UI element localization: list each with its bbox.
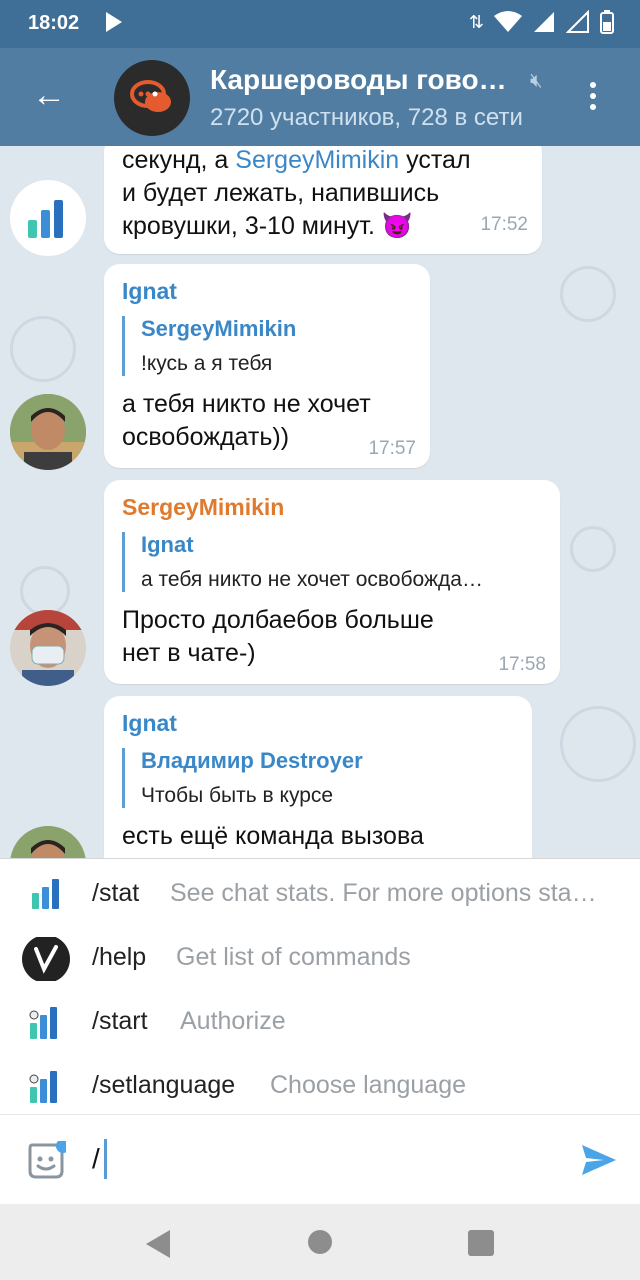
background-doodle (10, 316, 76, 382)
message-text-line: освобождать)) (122, 423, 290, 451)
send-icon[interactable] (580, 1143, 618, 1177)
mention-link[interactable]: SergeyMimikin (235, 146, 399, 174)
message-text: а тебя никто не хочет освобождать)) (122, 388, 371, 454)
message-time: 17:57 (368, 438, 416, 459)
command-description: Authorize (180, 1007, 286, 1035)
reply-text: !кусь а я тебя (141, 352, 273, 375)
signal-icon-2 (566, 10, 589, 33)
message-text: Просто долбаебов больше нет в чате-) (122, 604, 434, 670)
command-name: /help (92, 943, 147, 971)
background-doodle (560, 266, 616, 322)
wifi-icon (494, 11, 522, 32)
background-doodle (570, 526, 616, 572)
status-time: 18:02 (28, 12, 80, 34)
sender-name[interactable]: Ignat (122, 278, 177, 305)
message-time: 17:58 (498, 654, 546, 675)
message-text-line: а тебя никто не хочет (122, 390, 371, 418)
nav-recents-icon[interactable] (468, 1230, 494, 1256)
command-name: /start (92, 1007, 148, 1035)
back-arrow-icon[interactable]: ← (32, 78, 66, 112)
background-doodle (20, 566, 70, 616)
message-bubble[interactable]: секунд, а SergeyMimikin устал и будет ле… (104, 146, 542, 254)
message-bubble[interactable]: Ignat Владимир Destroyer Чтобы быть в ку… (104, 696, 532, 858)
message-list[interactable]: секунд, а SergeyMimikin устал и будет ле… (0, 146, 640, 858)
stats-bot-icon (28, 200, 63, 238)
sender-name[interactable]: Ignat (122, 710, 177, 737)
play-icon (106, 12, 122, 32)
reply-quote[interactable]: Ignat а тебя никто не хочет освобожда… (122, 532, 483, 592)
data-arrows-icon: ⇅ (468, 11, 484, 32)
reply-quote[interactable]: Владимир Destroyer Чтобы быть в курсе (122, 748, 363, 808)
command-name: /stat (92, 879, 140, 907)
message-input[interactable]: / (92, 1143, 100, 1175)
nav-back-icon[interactable] (146, 1230, 170, 1258)
status-icons: ⇅ (469, 10, 614, 34)
v-bot-icon (22, 937, 70, 981)
sticker-icon[interactable] (26, 1141, 66, 1181)
command-description: Choose language (270, 1071, 466, 1099)
message-text: есть ещё команда вызова (122, 820, 424, 853)
more-menu-icon[interactable] (590, 82, 598, 115)
chat-members-count: 2720 участников, 728 в сети (210, 104, 523, 131)
message-text-line: нет в чате-) (122, 639, 256, 667)
command-item-start[interactable]: /start Authorize (0, 989, 640, 1053)
avatar[interactable] (10, 180, 86, 256)
nav-home-icon[interactable] (308, 1230, 332, 1254)
status-bar: 18:02 ⇅ (0, 0, 640, 48)
message-time: 17:52 (480, 214, 528, 235)
command-item-stat[interactable]: /stat See chat stats. For more options s… (0, 861, 640, 925)
message-bubble[interactable]: Ignat SergeyMimikin !кусь а я тебя а теб… (104, 264, 430, 468)
stats-bot-icon (32, 879, 59, 909)
system-nav-bar (0, 1204, 640, 1280)
signal-icon (534, 12, 554, 32)
message-text-line: есть ещё команда вызова (122, 822, 424, 850)
command-item-setlanguage[interactable]: /setlanguage Choose language (0, 1053, 640, 1117)
chat-header: ← Каршероводы гово… 🔇︎ 2720 участников, … (0, 48, 640, 146)
command-name: /setlanguage (92, 1071, 236, 1099)
message-text-line: кровушки, 3-10 минут. 😈 (122, 212, 413, 240)
sender-name[interactable]: SergeyMimikin (122, 494, 284, 521)
message-text-line: Просто долбаебов больше (122, 606, 434, 634)
text-cursor (104, 1139, 107, 1179)
user-photo (10, 610, 86, 686)
avatar[interactable] (10, 394, 86, 470)
reply-text: Чтобы быть в курсе (141, 784, 334, 807)
reply-quote[interactable]: SergeyMimikin !кусь а я тебя (122, 316, 296, 376)
message-text-part: устал (399, 146, 471, 174)
bot-commands-panel: /stat See chat stats. For more options s… (0, 858, 640, 1115)
stats-bot-icon (29, 1071, 57, 1103)
user-photo (10, 826, 86, 858)
reply-sender: SergeyMimikin (141, 316, 297, 341)
avatar[interactable] (10, 610, 86, 686)
reply-text: а тебя никто не хочет освобожда… (141, 568, 483, 591)
reply-sender: Ignat (141, 532, 194, 557)
user-photo (10, 394, 86, 470)
command-description: See chat stats. For more options sta… (170, 879, 597, 907)
message-text: секунд, а SergeyMimikin устал и будет ле… (122, 146, 471, 243)
chat-avatar[interactable] (114, 60, 190, 136)
message-text-part: секунд, а (122, 146, 236, 174)
battery-icon (600, 10, 614, 34)
background-doodle (560, 706, 636, 782)
avatar[interactable] (10, 826, 86, 858)
reply-sender: Владимир Destroyer (141, 748, 363, 773)
message-composer: / (0, 1114, 640, 1205)
command-description: Get list of commands (176, 943, 411, 971)
command-item-help[interactable]: /help Get list of commands (0, 925, 640, 989)
muted-icon: 🔇︎ (530, 70, 543, 92)
stats-bot-icon (29, 1007, 57, 1039)
chat-title[interactable]: Каршероводы гово… (210, 64, 507, 96)
message-text-line: и будет лежать, напившись (122, 179, 440, 207)
message-bubble[interactable]: SergeyMimikin Ignat а тебя никто не хоче… (104, 480, 560, 684)
